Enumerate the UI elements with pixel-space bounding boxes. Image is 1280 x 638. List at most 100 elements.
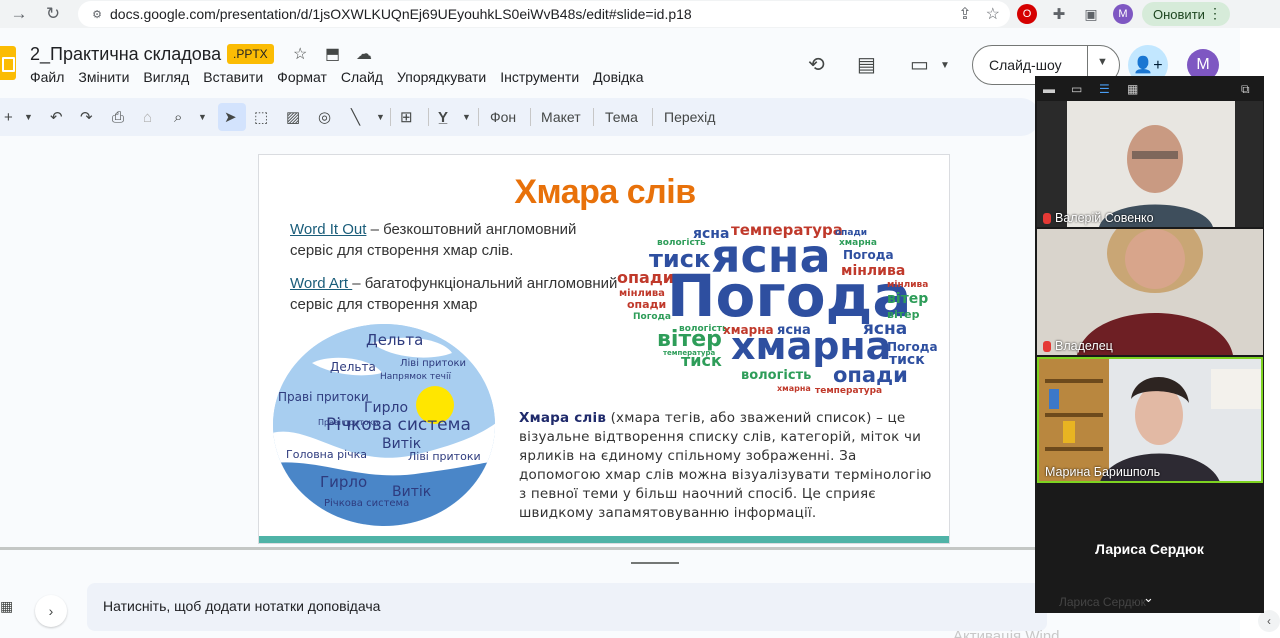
globe-label: Річкова система <box>324 498 410 509</box>
input-tools-icon[interactable]: Y̲ <box>438 107 448 127</box>
participant-tile-active[interactable]: Марина Баришполь <box>1037 357 1263 483</box>
meet-camera-icon[interactable]: ▭ <box>910 52 929 77</box>
gallery-view-icon[interactable]: ▦ <box>1127 82 1138 96</box>
select-cursor-icon[interactable]: ➤ <box>224 107 237 127</box>
participant-tile[interactable]: Владелец <box>1037 229 1263 355</box>
more-menu-icon[interactable]: ⋮ <box>1208 5 1222 22</box>
comments-icon[interactable]: ▤ <box>857 52 876 77</box>
cloud-word: Погода <box>843 248 894 262</box>
meet-dropdown-icon[interactable]: ▼ <box>940 60 950 71</box>
slide[interactable]: Хмара слів Word It Out – безкоштовний ан… <box>258 154 950 544</box>
definition-term: Хмара слів <box>519 410 607 426</box>
participant-name: Валерій Совенко <box>1055 211 1154 225</box>
chevron-down-icon[interactable]: ⌄ <box>1143 590 1154 606</box>
zoom-dropdown-icon[interactable]: ▼ <box>198 107 207 127</box>
side-panel-toggle-icon[interactable]: ‹ <box>1258 610 1280 632</box>
participant-video <box>1037 101 1263 227</box>
editing-toolbar: + ▼ ↶ ↷ ⎙ ⌂ ⌕ ▼ ➤ ⬚ ▨ ◎ ╲ ▼ ⊞ Y̲ ▼ Фон М… <box>0 98 1040 136</box>
line-icon[interactable]: ╲ <box>351 107 360 127</box>
new-slide-icon[interactable]: + <box>4 107 13 127</box>
slide-title[interactable]: Хмара слів <box>259 173 949 212</box>
participant-tile[interactable]: Валерій Совенко <box>1037 101 1263 227</box>
grid-view-icon[interactable]: ▦ <box>0 598 13 615</box>
globe-label: Гирло <box>364 400 409 416</box>
slideshow-dropdown-icon[interactable]: ▼ <box>1097 56 1108 68</box>
footer-participant-name: Лариса Сердюк <box>1059 595 1146 609</box>
print-icon[interactable]: ⎙ <box>112 107 124 127</box>
slides-logo-icon[interactable] <box>0 46 16 80</box>
line-dropdown-icon[interactable]: ▼ <box>376 107 385 127</box>
toolbar-divider <box>593 108 594 126</box>
extension-opera-icon[interactable]: O <box>1017 4 1037 24</box>
menu-arrange[interactable]: Упорядкувати <box>397 69 486 85</box>
globe-label: Дельта <box>330 360 376 374</box>
zoom-footer: Лариса Сердюк ⌄ <box>1035 588 1264 613</box>
hide-video-icon[interactable]: ▭ <box>1071 82 1082 96</box>
cloud-word: опади <box>835 228 868 238</box>
participant-label: Владелец <box>1043 339 1113 353</box>
paint-format-icon[interactable]: ⌂ <box>143 107 152 127</box>
transition-button[interactable]: Перехід <box>664 109 715 125</box>
profile-avatar[interactable]: M <box>1113 4 1133 24</box>
slideshow-label: Слайд-шоу <box>989 57 1062 73</box>
participant-video <box>1037 229 1263 355</box>
menu-insert[interactable]: Вставити <box>203 69 263 85</box>
paragraph-word-it-out[interactable]: Word It Out – безкоштовний англомовний с… <box>290 219 620 261</box>
background-button[interactable]: Фон <box>490 109 516 125</box>
menu-help[interactable]: Довідка <box>593 69 643 85</box>
menu-view[interactable]: Вигляд <box>143 69 189 85</box>
cloud-word: тиск <box>681 351 722 370</box>
menu-file[interactable]: Файл <box>30 69 64 85</box>
undo-icon[interactable]: ↶ <box>50 107 63 127</box>
notes-resize-handle[interactable] <box>631 562 679 564</box>
river-system-image[interactable]: Дельта Дельта Ліві притоки Напрямок течі… <box>272 323 496 527</box>
word-it-out-link[interactable]: Word It Out <box>290 221 366 238</box>
site-info-icon[interactable]: ⚙ <box>84 8 110 21</box>
cloud-saved-icon[interactable]: ☁ <box>356 44 372 64</box>
menu-edit[interactable]: Змінити <box>78 69 129 85</box>
exit-mini-icon[interactable]: ⧉ <box>1241 82 1250 97</box>
extensions-puzzle-icon[interactable]: ✚ <box>1049 4 1069 24</box>
new-slide-dropdown-icon[interactable]: ▼ <box>24 107 33 127</box>
speaker-view-icon[interactable]: ☰ <box>1099 82 1110 96</box>
insert-image-icon[interactable]: ▨ <box>286 107 300 127</box>
address-bar[interactable]: ⚙ docs.google.com/presentation/d/1jsOXWL… <box>78 1 1010 27</box>
participant-label: Марина Баришполь <box>1045 465 1160 479</box>
share-page-icon[interactable]: ⇪ <box>958 4 971 24</box>
paragraph-word-art[interactable]: Word Art – багатофункціональний англомов… <box>290 273 620 315</box>
expand-filmstrip-icon[interactable]: › <box>35 595 67 627</box>
paragraph-word-cloud-definition[interactable]: Хмара слів (хмара тегів, або зважений сп… <box>519 409 933 523</box>
update-button[interactable]: Оновити ⋮ <box>1142 2 1230 26</box>
add-comment-icon[interactable]: ⊞ <box>400 107 413 127</box>
menu-format[interactable]: Формат <box>277 69 327 85</box>
document-title[interactable]: 2_Практична складова <box>30 44 221 65</box>
speaker-notes-input[interactable]: Натисніть, щоб додати нотатки доповідача <box>87 583 1047 631</box>
theme-button[interactable]: Тема <box>605 109 638 125</box>
windows-activation-watermark: Активація Wind <box>953 628 1060 638</box>
bookmark-star-icon[interactable]: ☆ <box>986 4 1000 24</box>
globe-label: Ліві притоки <box>400 358 467 369</box>
menu-slide[interactable]: Слайд <box>341 69 383 85</box>
layout-button[interactable]: Макет <box>541 109 581 125</box>
globe-label: Напрямок течії <box>380 372 451 382</box>
text-box-icon[interactable]: ⬚ <box>254 107 268 127</box>
input-tools-dropdown-icon[interactable]: ▼ <box>462 107 471 127</box>
redo-icon[interactable]: ↷ <box>80 107 93 127</box>
cloud-word: вітер <box>887 291 929 307</box>
file-type-badge: .PPTX <box>227 44 274 64</box>
shape-icon[interactable]: ◎ <box>318 107 331 127</box>
word-art-link[interactable]: Word Art <box>290 275 352 292</box>
version-history-icon[interactable]: ⟲ <box>808 52 825 77</box>
zoom-view-controls: ▬ ▭ ☰ ▦ ⧉ <box>1035 76 1264 100</box>
globe-label: Праві притоки <box>278 390 369 404</box>
cloud-word: опади <box>627 298 667 311</box>
zoom-icon[interactable]: ⌕ <box>174 107 182 127</box>
side-panel-icon[interactable]: ▣ <box>1081 4 1101 24</box>
word-cloud-image[interactable]: температура опади ясна хмарна вологість … <box>609 217 939 397</box>
menu-tools[interactable]: Інструменти <box>500 69 579 85</box>
forward-icon[interactable]: → <box>8 3 30 25</box>
reload-icon[interactable]: ↻ <box>42 3 64 25</box>
star-icon[interactable]: ☆ <box>293 44 307 64</box>
move-folder-icon[interactable]: ⬒ <box>325 44 340 64</box>
minimize-icon[interactable]: ▬ <box>1043 82 1055 96</box>
